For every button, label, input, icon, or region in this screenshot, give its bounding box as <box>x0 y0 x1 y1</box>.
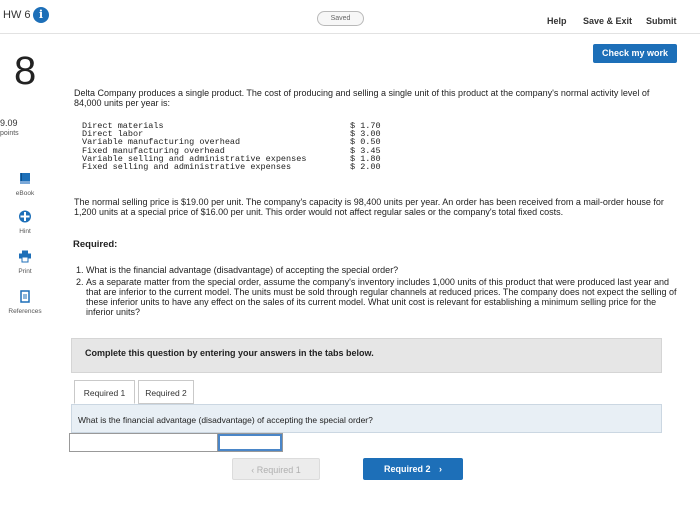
question-intro: Delta Company produces a single product.… <box>74 88 650 108</box>
references-icon <box>20 290 30 303</box>
top-bar: HW 6 i Saved Help Save & Exit Submit <box>0 0 700 34</box>
requirements-list: 1. What is the financial advantage (disa… <box>76 265 681 319</box>
chevron-left-icon: ‹ <box>251 465 255 475</box>
list-item: 2. As a separate matter from the special… <box>76 277 681 317</box>
saved-status-badge: Saved <box>317 11 364 26</box>
tab-question-text: What is the financial advantage (disadva… <box>78 415 373 425</box>
requirement-text: As a separate matter from the special or… <box>86 277 677 317</box>
chevron-right-icon: › <box>439 464 443 474</box>
question-number: 8 <box>14 49 37 93</box>
check-my-work-button[interactable]: Check my work <box>593 44 677 63</box>
save-exit-button[interactable]: Save & Exit <box>583 16 632 26</box>
info-icon[interactable]: i <box>33 7 49 23</box>
cost-amount: $ 2.00 <box>350 161 381 172</box>
tab-required-1[interactable]: Required 1 <box>74 380 135 404</box>
sidebar-item-label: Print <box>18 268 32 275</box>
sidebar-item-ebook[interactable]: eBook <box>0 172 50 197</box>
requirement-text: What is the financial advantage (disadva… <box>86 265 399 275</box>
answer-amount-input[interactable] <box>218 434 282 451</box>
tab-question-box: What is the financial advantage (disadva… <box>71 404 662 433</box>
sidebar-item-label: Hint <box>19 228 31 235</box>
printer-icon <box>19 250 31 263</box>
sidebar-item-label: eBook <box>15 190 35 197</box>
book-icon <box>20 173 30 184</box>
previous-required-button[interactable]: ‹ Required 1 <box>232 458 320 480</box>
requirement-number: 1. <box>76 265 84 275</box>
tab-bar: Required 1 Required 2 <box>71 376 662 404</box>
required-heading: Required: <box>73 239 118 250</box>
next-required-label: Required 2 <box>383 464 431 474</box>
instruction-box: Complete this question by entering your … <box>71 338 662 373</box>
cost-label: Fixed selling and administrative expense… <box>82 161 292 172</box>
next-required-button[interactable]: Required 2 › <box>363 458 463 480</box>
sidebar-item-references[interactable]: References <box>0 290 50 315</box>
sidebar-item-label: References <box>8 308 42 315</box>
tab-navigation: ‹ Required 1 Required 2 › <box>232 458 463 480</box>
help-button[interactable]: Help <box>547 16 567 26</box>
list-item: 1. What is the financial advantage (disa… <box>76 265 681 275</box>
question-paragraph: The normal selling price is $19.00 per u… <box>74 197 664 217</box>
answer-row <box>69 433 283 452</box>
instruction-text: Complete this question by entering your … <box>85 348 374 358</box>
requirement-number: 2. <box>76 277 84 287</box>
cost-table: Direct materials $ 1.70 Direct labor $ 3… <box>82 122 392 172</box>
hint-icon <box>19 210 31 223</box>
answer-label-cell[interactable] <box>70 434 217 451</box>
cost-row: Fixed selling and administrative expense… <box>82 161 392 172</box>
tab-required-2[interactable]: Required 2 <box>138 380 194 404</box>
sidebar-item-hint[interactable]: Hint <box>0 210 50 235</box>
points-label: points <box>0 130 19 137</box>
sidebar-item-print[interactable]: Print <box>0 250 50 275</box>
points-value: 9.09 <box>0 118 18 128</box>
submit-button[interactable]: Submit <box>646 16 677 26</box>
previous-required-label: Required 1 <box>256 465 301 475</box>
assignment-title: HW 6 <box>3 9 31 21</box>
